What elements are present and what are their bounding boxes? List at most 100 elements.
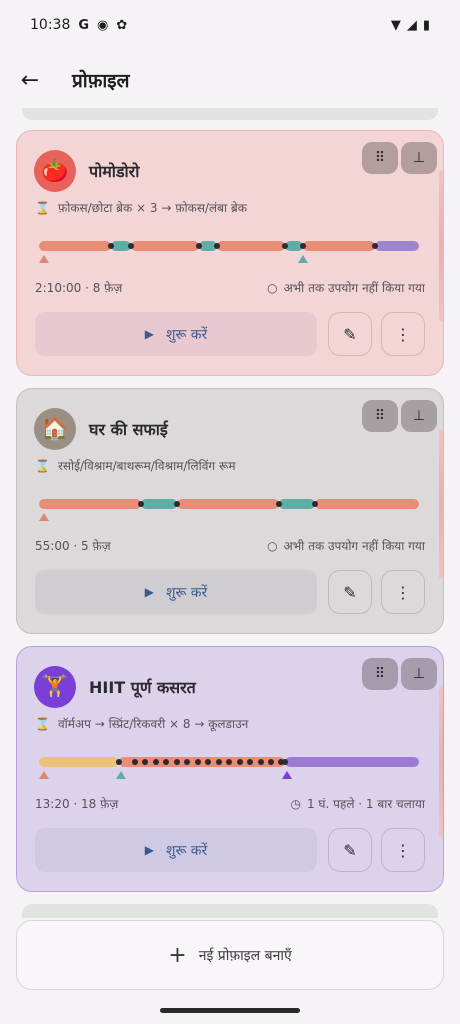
profile-card-hiit[interactable]: 🏋 HIIT पूर्ण कसरत ⠿ ⊥ ⌛ वॉर्मअप → स्प्रि…: [16, 646, 444, 892]
drag-handle-icon[interactable]: ⠿: [362, 658, 398, 690]
previous-card-peek: [22, 108, 438, 120]
phase-sequence: फ़ोकस/छोटा ब्रेक × 3 → फ़ोकस/लंबा ब्रेक: [57, 201, 247, 215]
phase-boundary: [174, 759, 180, 765]
start-button[interactable]: ▶ शुरू करें: [35, 312, 317, 356]
phase-marker: [39, 255, 49, 263]
timeline-segment: [217, 241, 285, 251]
drag-handle-icon[interactable]: ⠿: [362, 142, 398, 174]
status-bar: 10:38 G ◉ ✿ ▼ ◢ ▮: [0, 0, 460, 50]
usage-info: ◷ 1 घं. पहले · 1 बार चलाया: [291, 795, 426, 812]
phase-boundary: [247, 759, 253, 765]
new-profile-label: नई प्रोफ़ाइल बनाएँ: [198, 947, 292, 964]
timeline-segment: [177, 499, 279, 509]
hourglass-icon: ⌛: [35, 458, 50, 473]
phase-boundary: [372, 243, 378, 249]
google-g-icon: G: [78, 17, 90, 33]
profile-title: घर की सफाई: [89, 420, 168, 439]
profile-title: पोमोडोरो: [89, 162, 140, 181]
card-edge-accent: [439, 171, 443, 321]
card-edge-accent: [439, 429, 443, 579]
timeline-segment: [303, 241, 375, 251]
usage-text: अभी तक उपयोग नहीं किया गया: [283, 539, 425, 553]
phase-boundary: [116, 759, 122, 765]
circle-icon: ○: [267, 538, 278, 553]
sequence-row: ⌛ रसोई/विश्राम/बाथरूम/विश्राम/लिविंग रूम: [35, 457, 236, 474]
timeline-segment: [315, 499, 419, 509]
weightlifter-icon: 🏋: [34, 666, 76, 708]
assistant-icon: ◉: [97, 17, 109, 33]
profile-card-pomodoro[interactable]: 🍅 पोमोडोरो ⠿ ⊥ ⌛ फ़ोकस/छोटा ब्रेक × 3 → …: [16, 130, 444, 376]
phase-boundary: [108, 243, 114, 249]
timeline-segment: [141, 499, 177, 509]
next-card-peek: [22, 904, 438, 918]
app-bar: ← प्रोफ़ाइल: [0, 55, 460, 105]
more-vert-icon[interactable]: ⋮: [381, 828, 425, 872]
profile-title: HIIT पूर्ण कसरत: [89, 678, 196, 697]
edit-icon[interactable]: ✎: [328, 312, 372, 356]
phase-marker: [298, 255, 308, 263]
phase-boundary: [195, 759, 201, 765]
phase-boundary: [282, 759, 288, 765]
drag-handle-icon[interactable]: ⠿: [362, 400, 398, 432]
phase-sequence: वॉर्मअप → स्प्रिंट/रिकवरी × 8 → कूलडाउन: [57, 717, 249, 731]
phase-boundary: [214, 243, 220, 249]
usage-info: ○ अभी तक उपयोग नहीं किया गया: [267, 537, 425, 554]
house-icon: 🏠: [34, 408, 76, 450]
phase-marker: [282, 771, 292, 779]
phase-timeline: [39, 751, 419, 779]
profile-card-house-cleaning[interactable]: 🏠 घर की सफाई ⠿ ⊥ ⌛ रसोई/विश्राम/बाथरूम/व…: [16, 388, 444, 634]
play-icon: ▶: [144, 585, 154, 599]
home-indicator[interactable]: [160, 1008, 300, 1013]
circle-icon: ○: [267, 280, 278, 295]
start-button[interactable]: ▶ शुरू करें: [35, 828, 317, 872]
phase-boundary: [163, 759, 169, 765]
phase-timeline: [39, 493, 419, 521]
duration-info: 55:00 · 5 फ़ेज़: [35, 539, 111, 553]
phase-timeline: [39, 235, 419, 263]
more-vert-icon[interactable]: ⋮: [381, 570, 425, 614]
usage-info: ○ अभी तक उपयोग नहीं किया गया: [267, 279, 425, 296]
phase-boundary: [300, 243, 306, 249]
battery-icon: ▮: [422, 17, 430, 33]
play-icon: ▶: [144, 327, 154, 341]
edit-icon[interactable]: ✎: [328, 570, 372, 614]
new-profile-button[interactable]: + नई प्रोफ़ाइल बनाएँ: [16, 920, 444, 990]
sequence-row: ⌛ फ़ोकस/छोटा ब्रेक × 3 → फ़ोकस/लंबा ब्रे…: [35, 199, 247, 216]
back-arrow-icon[interactable]: ←: [14, 64, 46, 96]
bug-icon: ✿: [116, 17, 128, 33]
pin-icon[interactable]: ⊥: [401, 658, 437, 690]
duration-info: 2:10:00 · 8 फ़ेज़: [35, 281, 123, 295]
phase-boundary: [174, 501, 180, 507]
phase-boundary: [153, 759, 159, 765]
pin-icon[interactable]: ⊥: [401, 400, 437, 432]
phase-boundary: [196, 243, 202, 249]
phase-marker: [39, 771, 49, 779]
plus-icon: +: [168, 942, 187, 968]
edit-icon[interactable]: ✎: [328, 828, 372, 872]
phase-boundary: [237, 759, 243, 765]
play-icon: ▶: [144, 843, 154, 857]
timeline-segment: [39, 241, 111, 251]
hourglass-icon: ⌛: [35, 716, 50, 731]
phase-marker: [116, 771, 126, 779]
duration-info: 13:20 · 18 फ़ेज़: [35, 797, 119, 811]
pin-icon[interactable]: ⊥: [401, 142, 437, 174]
more-vert-icon[interactable]: ⋮: [381, 312, 425, 356]
start-label: शुरू करें: [165, 584, 208, 601]
phase-boundary: [276, 501, 282, 507]
sequence-row: ⌛ वॉर्मअप → स्प्रिंट/रिकवरी × 8 → कूलडाउ…: [35, 715, 248, 732]
start-button[interactable]: ▶ शुरू करें: [35, 570, 317, 614]
phase-boundary: [226, 759, 232, 765]
phase-boundary: [132, 759, 138, 765]
tomato-icon: 🍅: [34, 150, 76, 192]
start-label: शुरू करें: [165, 842, 208, 859]
timeline-segment: [285, 757, 419, 767]
timeline-segment: [279, 499, 315, 509]
phase-marker: [39, 513, 49, 521]
phase-boundary: [282, 243, 288, 249]
phase-sequence: रसोई/विश्राम/बाथरूम/विश्राम/लिविंग रूम: [57, 459, 236, 473]
timeline-segment: [131, 241, 199, 251]
start-label: शुरू करें: [165, 326, 208, 343]
phase-boundary: [128, 243, 134, 249]
clock-icon: ◷: [290, 796, 301, 811]
